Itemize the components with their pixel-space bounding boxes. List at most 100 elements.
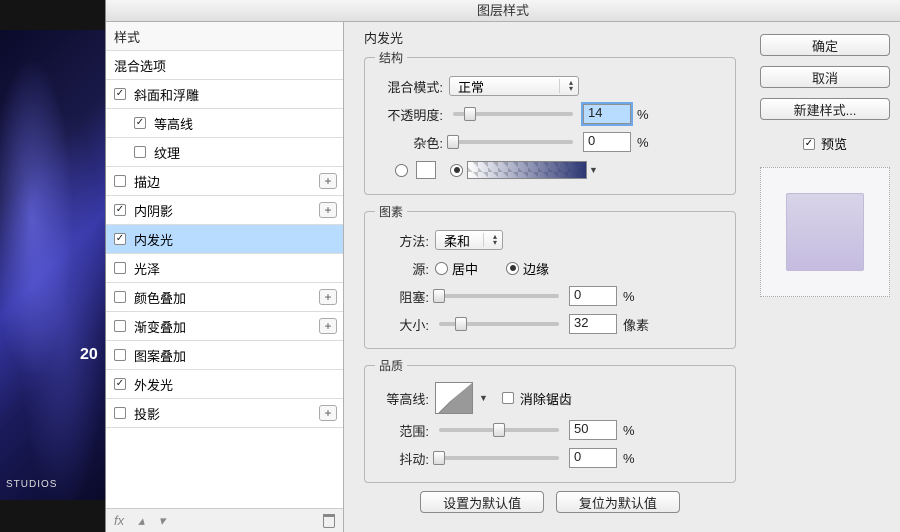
style-inner-shadow[interactable]: 内阴影+ (106, 196, 343, 225)
jitter-label: 抖动: (375, 449, 429, 468)
noise-unit: % (637, 135, 649, 150)
opacity-label: 不透明度: (375, 105, 443, 124)
jitter-slider[interactable] (439, 456, 559, 460)
checkbox-icon[interactable] (114, 262, 126, 274)
reset-default-button[interactable]: 复位为默认值 (556, 491, 680, 513)
chevron-down-icon[interactable]: ▼ (589, 165, 598, 175)
choke-label: 阻塞: (375, 287, 429, 306)
blend-options-row[interactable]: 混合选项 (106, 51, 343, 80)
structure-group: 结构 混合模式: 正常▴▾ 不透明度: 14 % 杂色: 0 % (364, 49, 736, 195)
checkbox-icon[interactable] (114, 349, 126, 361)
checkbox-icon[interactable] (114, 88, 126, 100)
choke-input[interactable]: 0 (569, 286, 617, 306)
blend-mode-select[interactable]: 正常▴▾ (449, 76, 579, 96)
range-unit: % (623, 423, 635, 438)
quality-group: 品质 等高线: ▼ 消除锯齿 范围: 50 % 抖动: (364, 357, 736, 483)
trash-icon[interactable] (323, 514, 335, 528)
blend-mode-label: 混合模式: (375, 77, 443, 96)
preview-checkbox[interactable]: ✓ (803, 138, 815, 150)
contour-label: 等高线: (375, 389, 429, 408)
add-instance-button[interactable]: + (319, 405, 337, 421)
source-edge-label: 边缘 (523, 259, 549, 278)
checkbox-icon[interactable] (114, 291, 126, 303)
styles-footer: fx ▴ ▾ (106, 508, 343, 532)
layer-style-dialog: 图层样式 样式 混合选项 斜面和浮雕 等高线 纹理 描边+ 内阴影+ 内发光 光… (105, 0, 900, 532)
checkbox-icon[interactable] (114, 407, 126, 419)
noise-input[interactable]: 0 (583, 132, 631, 152)
checkbox-icon[interactable] (134, 146, 146, 158)
set-default-button[interactable]: 设置为默认值 (420, 491, 544, 513)
checkbox-icon[interactable] (134, 117, 146, 129)
style-outer-glow[interactable]: 外发光 (106, 370, 343, 399)
source-center-radio[interactable] (435, 262, 448, 275)
range-input[interactable]: 50 (569, 420, 617, 440)
jitter-input[interactable]: 0 (569, 448, 617, 468)
opacity-unit: % (637, 107, 649, 122)
size-input[interactable]: 32 (569, 314, 617, 334)
checkbox-icon[interactable] (114, 320, 126, 332)
panel-title: 内发光 (364, 28, 736, 47)
up-arrow-icon[interactable]: ▴ (138, 513, 145, 529)
checkbox-icon[interactable] (114, 233, 126, 245)
dialog-title: 图层样式 (106, 0, 900, 22)
method-label: 方法: (375, 231, 429, 250)
style-stroke[interactable]: 描边+ (106, 167, 343, 196)
down-arrow-icon[interactable]: ▾ (159, 513, 166, 529)
elements-group: 图素 方法: 柔和▴▾ 源: 居中 边缘 阻塞: 0 % (364, 203, 736, 349)
style-color-overlay[interactable]: 颜色叠加+ (106, 283, 343, 312)
style-drop-shadow[interactable]: 投影+ (106, 399, 343, 428)
styles-header[interactable]: 样式 (106, 22, 343, 51)
checkbox-icon[interactable] (114, 378, 126, 390)
elements-legend: 图素 (375, 203, 407, 220)
settings-panel: 内发光 结构 混合模式: 正常▴▾ 不透明度: 14 % 杂色: 0 % (344, 22, 750, 532)
size-unit: 像素 (623, 315, 649, 334)
antialias-checkbox[interactable] (502, 392, 514, 404)
preview-swatch (786, 193, 864, 271)
canvas-thumbnail: 20 STUDIOS (0, 30, 105, 500)
contour-picker[interactable] (435, 382, 473, 414)
new-style-button[interactable]: 新建样式... (760, 98, 890, 120)
preview-label: 预览 (821, 134, 847, 153)
checkbox-icon[interactable] (114, 204, 126, 216)
range-slider[interactable] (439, 428, 559, 432)
opacity-slider[interactable] (453, 112, 573, 116)
antialias-label: 消除锯齿 (520, 389, 572, 408)
range-label: 范围: (375, 421, 429, 440)
preview-area (760, 167, 890, 297)
choke-unit: % (623, 289, 635, 304)
cancel-button[interactable]: 取消 (760, 66, 890, 88)
style-contour[interactable]: 等高线 (106, 109, 343, 138)
add-instance-button[interactable]: + (319, 173, 337, 189)
styles-sidebar: 样式 混合选项 斜面和浮雕 等高线 纹理 描边+ 内阴影+ 内发光 光泽 颜色叠… (106, 22, 344, 532)
noise-slider[interactable] (453, 140, 573, 144)
checkbox-icon[interactable] (114, 175, 126, 187)
style-pattern-overlay[interactable]: 图案叠加 (106, 341, 343, 370)
style-texture[interactable]: 纹理 (106, 138, 343, 167)
style-satin[interactable]: 光泽 (106, 254, 343, 283)
gradient-preview[interactable] (467, 161, 587, 179)
choke-slider[interactable] (439, 294, 559, 298)
source-edge-radio[interactable] (506, 262, 519, 275)
fx-icon[interactable]: fx (114, 513, 124, 528)
quality-legend: 品质 (375, 357, 407, 374)
ok-button[interactable]: 确定 (760, 34, 890, 56)
canvas-year: 20 (80, 346, 98, 364)
dialog-buttons: 确定 取消 新建样式... ✓ 预览 (750, 22, 900, 532)
add-instance-button[interactable]: + (319, 318, 337, 334)
canvas-studio: STUDIOS (6, 479, 57, 490)
size-slider[interactable] (439, 322, 559, 326)
chevron-down-icon[interactable]: ▼ (479, 393, 488, 403)
opacity-input[interactable]: 14 (583, 104, 631, 124)
color-swatch[interactable] (416, 161, 436, 179)
style-gradient-overlay[interactable]: 渐变叠加+ (106, 312, 343, 341)
color-radio[interactable] (395, 164, 408, 177)
method-select[interactable]: 柔和▴▾ (435, 230, 503, 250)
add-instance-button[interactable]: + (319, 202, 337, 218)
style-inner-glow[interactable]: 内发光 (106, 225, 343, 254)
source-center-label: 居中 (452, 259, 478, 278)
style-bevel[interactable]: 斜面和浮雕 (106, 80, 343, 109)
size-label: 大小: (375, 315, 429, 334)
source-label: 源: (375, 259, 429, 278)
add-instance-button[interactable]: + (319, 289, 337, 305)
gradient-radio[interactable] (450, 164, 463, 177)
